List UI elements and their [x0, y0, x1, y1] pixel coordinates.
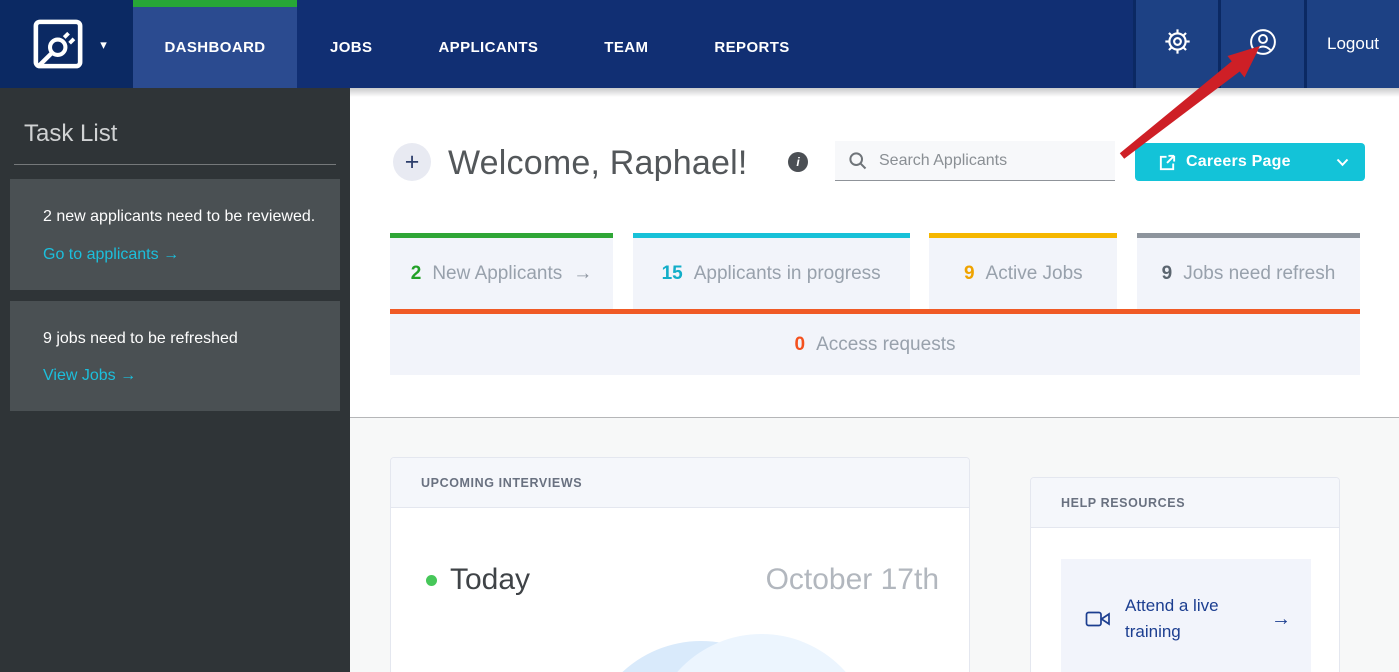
- stat-value: 0: [794, 333, 806, 355]
- navbar-spacer: [823, 0, 1133, 88]
- app-logo-icon: [26, 12, 90, 76]
- account-button[interactable]: [1218, 0, 1304, 88]
- stat-label: Access requests: [816, 333, 956, 355]
- add-button[interactable]: +: [393, 143, 431, 181]
- task-card-applicants: 2 new applicants need to be reviewed. Go…: [10, 179, 340, 290]
- stat-access-requests[interactable]: 0 Access requests: [390, 309, 1360, 375]
- logout-button[interactable]: Logout: [1304, 0, 1399, 88]
- stat-value: 2: [410, 262, 422, 284]
- arrow-right-icon: →: [1271, 607, 1291, 630]
- attend-training-link[interactable]: Attend a live training →: [1061, 559, 1311, 672]
- logo-menu[interactable]: ▾: [0, 0, 133, 88]
- sidebar-divider: [14, 164, 336, 165]
- today-row: Today October 17th: [426, 563, 939, 597]
- panel-header: HELP RESOURCES: [1031, 478, 1339, 528]
- settings-button[interactable]: [1133, 0, 1218, 88]
- chevron-down-icon[interactable]: [1336, 158, 1349, 167]
- green-dot-icon: [426, 574, 437, 586]
- gear-icon: [1164, 28, 1191, 60]
- search-box: [835, 141, 1115, 181]
- upcoming-interviews-panel: UPCOMING INTERVIEWS Today October 17th: [390, 457, 970, 672]
- tab-applicants[interactable]: APPLICANTS: [405, 0, 571, 88]
- stat-label: Jobs need refresh: [1183, 262, 1336, 284]
- search-input[interactable]: [835, 141, 1115, 180]
- search-icon: [849, 152, 867, 170]
- panel-header: UPCOMING INTERVIEWS: [391, 458, 969, 508]
- main-content: + Welcome, Raphael! i Careers Page: [350, 88, 1399, 672]
- tab-dashboard[interactable]: DASHBOARD: [133, 0, 297, 88]
- tab-reports[interactable]: REPORTS: [681, 0, 822, 88]
- stat-label: New Applicants: [432, 262, 563, 284]
- task-text: 2 new applicants need to be reviewed.: [43, 208, 316, 225]
- stat-value: 9: [963, 262, 975, 284]
- stat-applicants-in-progress[interactable]: 15 Applicants in progress: [632, 233, 910, 309]
- go-to-applicants-link[interactable]: Go to applicants →: [43, 246, 179, 264]
- stat-label: Active Jobs: [985, 262, 1083, 284]
- header-shadow: [350, 88, 1399, 97]
- top-navbar: ▾ DASHBOARD JOBS APPLICANTS TEAM REPORTS: [0, 0, 1399, 88]
- stat-value: 9: [1161, 262, 1173, 284]
- stats-section: 2 New Applicants → 15 Applicants in prog…: [390, 233, 1360, 375]
- today-label: Today: [450, 563, 531, 596]
- stat-active-jobs[interactable]: 9 Active Jobs: [929, 233, 1118, 309]
- stat-value: 15: [661, 262, 683, 284]
- help-item-label: Attend a live training: [1125, 595, 1219, 641]
- stat-label: Applicants in progress: [693, 262, 881, 284]
- page-title: Welcome, Raphael!: [448, 144, 748, 182]
- tab-jobs[interactable]: JOBS: [297, 0, 405, 88]
- task-text: 9 jobs need to be refreshed: [43, 329, 238, 347]
- app-root: ▾ DASHBOARD JOBS APPLICANTS TEAM REPORTS: [0, 0, 1399, 672]
- sidebar-title: Task List: [24, 120, 118, 147]
- stat-jobs-need-refresh[interactable]: 9 Jobs need refresh: [1136, 233, 1360, 309]
- tab-team[interactable]: TEAM: [571, 0, 681, 88]
- view-jobs-link[interactable]: View Jobs →: [43, 367, 136, 385]
- external-link-icon: [1158, 153, 1177, 172]
- help-resources-panel: HELP RESOURCES Attend a live training →: [1030, 477, 1340, 672]
- stat-row: 2 New Applicants → 15 Applicants in prog…: [390, 233, 1360, 309]
- task-card-jobs: 9 jobs need to be refreshed View Jobs →: [10, 300, 340, 412]
- careers-page-button[interactable]: Careers Page: [1135, 143, 1365, 181]
- info-icon[interactable]: i: [788, 152, 808, 172]
- arrow-right-icon: →: [573, 262, 593, 284]
- video-camera-icon: [1085, 609, 1111, 629]
- chevron-down-icon: ▾: [100, 37, 107, 52]
- task-list-sidebar: Task List 2 new applicants need to be re…: [0, 88, 350, 672]
- stat-new-applicants[interactable]: 2 New Applicants →: [390, 233, 613, 309]
- careers-page-label: Careers Page: [1186, 153, 1291, 170]
- today-date: October 17th: [765, 563, 939, 596]
- user-circle-icon: [1249, 28, 1277, 61]
